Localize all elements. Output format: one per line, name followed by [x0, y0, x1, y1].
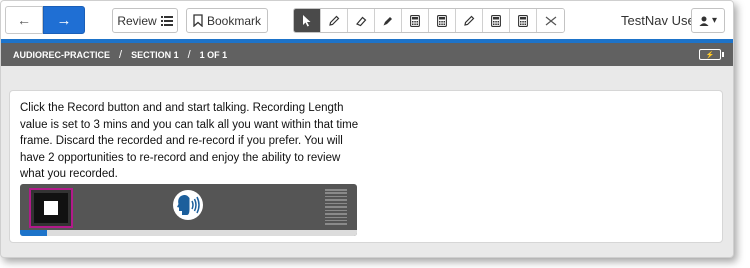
speaking-head-icon [173, 190, 203, 220]
back-button[interactable]: ← [5, 6, 43, 34]
bookmark-label: Bookmark [206, 13, 262, 28]
question-card: Click the Record button and and start ta… [9, 90, 723, 243]
calculator-tool-2[interactable] [429, 9, 456, 32]
pointer-tool[interactable] [294, 9, 321, 32]
pencil-tool[interactable] [321, 9, 348, 32]
audio-level-meter [325, 189, 347, 225]
battery-icon: ⚡ [699, 49, 724, 60]
stop-icon [44, 201, 58, 215]
stop-button[interactable] [29, 188, 73, 228]
bookmark-icon [193, 14, 203, 27]
review-label: Review [117, 13, 157, 28]
breadcrumb-separator: / [119, 48, 123, 61]
bookmark-button[interactable]: Bookmark [186, 8, 268, 33]
breadcrumb-test: AUDIOREC-PRACTICE [13, 49, 111, 60]
calculator-icon [437, 14, 447, 27]
breadcrumb: AUDIOREC-PRACTICE / SECTION 1 / 1 OF 1 ⚡ [1, 39, 733, 66]
eraser-icon [356, 16, 367, 26]
calculator-tool-4[interactable] [510, 9, 537, 32]
calculator-tool-3[interactable] [483, 9, 510, 32]
cross-out-icon [545, 16, 556, 25]
chevron-down-icon: ▾ [711, 15, 718, 26]
breadcrumb-section: SECTION 1 [131, 49, 179, 60]
eraser-tool[interactable] [348, 9, 375, 32]
highlighter-icon [383, 16, 392, 25]
answer-eliminator-tool[interactable] [537, 9, 564, 32]
calculator-tool-1[interactable] [402, 9, 429, 32]
next-button[interactable]: → [43, 6, 85, 34]
user-icon [699, 16, 709, 26]
recording-progress-bar [20, 230, 357, 236]
pencil-icon [329, 15, 340, 26]
top-toolbar: ← → Review Bookmark TestNav User ▾ [1, 1, 733, 39]
list-icon [160, 15, 173, 26]
calculator-icon [410, 14, 420, 27]
arrow-right-icon: → [56, 11, 72, 29]
pencil-icon [464, 15, 475, 26]
pointer-icon [303, 14, 311, 26]
calculator-icon [518, 14, 528, 27]
review-button[interactable]: Review [112, 8, 178, 33]
recording-progress-fill [20, 230, 47, 236]
answer-tools [293, 8, 565, 33]
calculator-icon [491, 14, 501, 27]
highlighter-tool[interactable] [375, 9, 402, 32]
arrow-left-icon: ← [17, 12, 31, 28]
user-name: TestNav User [621, 13, 700, 28]
audio-recorder [20, 184, 357, 236]
user-menu-button[interactable]: ▾ [691, 8, 725, 33]
line-tool[interactable] [456, 9, 483, 32]
breadcrumb-separator: / [187, 48, 191, 61]
breadcrumb-question-count: 1 OF 1 [199, 49, 228, 60]
question-prompt: Click the Record button and and start ta… [20, 102, 359, 180]
testnav-window: ← → Review Bookmark TestNav User ▾ AUDIO… [0, 0, 734, 258]
